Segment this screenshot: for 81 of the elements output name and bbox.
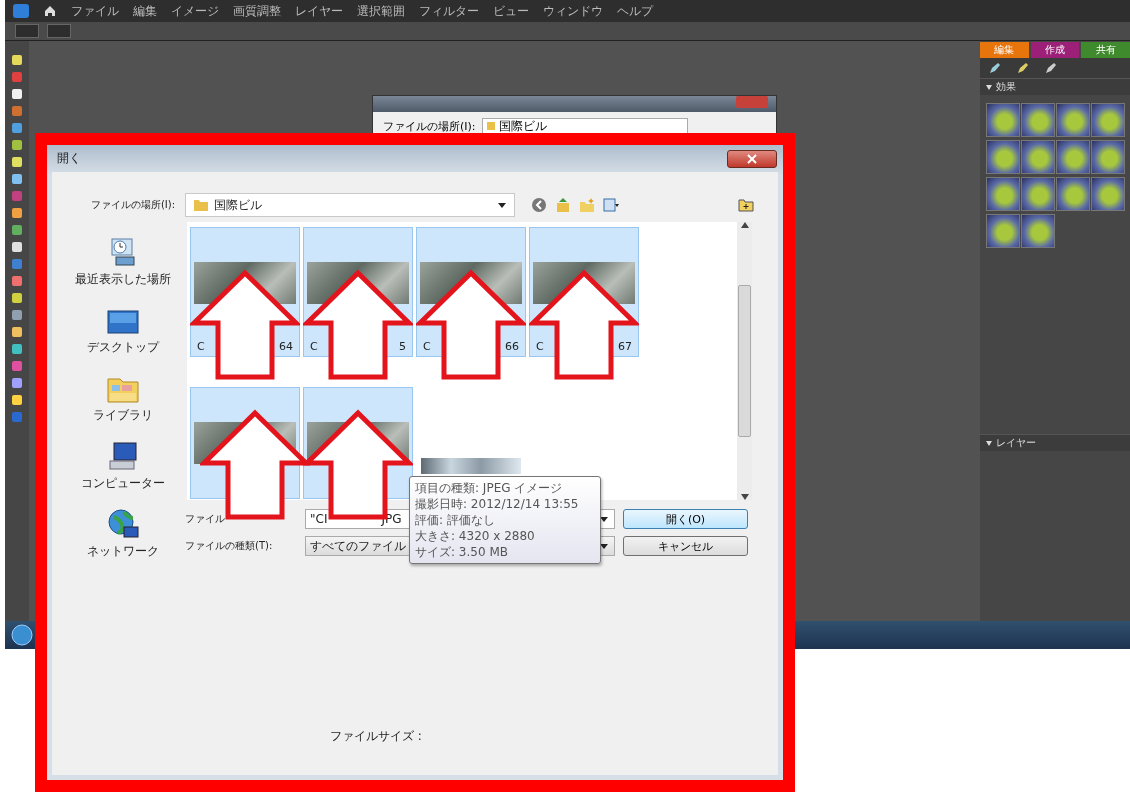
file-name: 66: [505, 340, 519, 353]
effect-thumbnail[interactable]: [1021, 103, 1055, 137]
place-item[interactable]: ライブラリ: [92, 358, 153, 426]
tooltip-line: 撮影日時: 2012/12/14 13:55: [415, 496, 580, 512]
menu-item[interactable]: ウィンドウ: [543, 2, 603, 20]
file-name: C: [197, 340, 205, 353]
menu-item[interactable]: ファイル: [71, 2, 119, 20]
file-size-label: ファイルサイズ :: [330, 728, 423, 745]
caret-icon[interactable]: [600, 543, 608, 549]
mode-tab[interactable]: 共有: [1081, 42, 1130, 58]
folder-icon: [194, 199, 208, 211]
option-field[interactable]: [47, 24, 71, 38]
effect-thumbnail[interactable]: [1021, 214, 1055, 248]
location-combo[interactable]: 国際ビル: [481, 118, 688, 134]
location-label: ファイルの場所(I):: [383, 118, 476, 134]
option-field[interactable]: [15, 24, 39, 38]
location-combo[interactable]: 国際ビル: [185, 193, 515, 217]
caret-icon[interactable]: [498, 202, 506, 208]
menu-item[interactable]: 選択範囲: [357, 2, 405, 20]
effect-thumbnail[interactable]: [986, 103, 1020, 137]
tooltip-line: 大きさ: 4320 x 2880: [415, 528, 536, 544]
file-name: C: [536, 340, 544, 353]
effect-thumbnail[interactable]: [986, 177, 1020, 211]
effect-thumbnail[interactable]: [1056, 140, 1090, 174]
view-menu-icon[interactable]: [603, 197, 619, 213]
menu-item[interactable]: イメージ: [171, 2, 219, 20]
scroll-down-icon[interactable]: [740, 494, 749, 500]
effect-thumbnail[interactable]: [1056, 103, 1090, 137]
start-orb-icon[interactable]: [11, 624, 33, 646]
desktop-icon: [105, 309, 140, 337]
effect-thumbnail[interactable]: [1021, 140, 1055, 174]
pencil-icon[interactable]: [988, 61, 1002, 75]
folder-icon[interactable]: [738, 198, 754, 212]
menu-item[interactable]: ビュー: [493, 2, 529, 20]
home-icon[interactable]: [43, 4, 57, 18]
effect-thumbnail[interactable]: [1056, 177, 1090, 211]
location-label: ファイルの場所(I):: [89, 198, 176, 212]
open-button[interactable]: 開く(O): [623, 509, 748, 529]
menu-item[interactable]: レイヤー: [295, 2, 343, 20]
file-name-label: ファイル: [185, 512, 226, 526]
file-name: 64: [279, 340, 293, 353]
up-folder-icon[interactable]: [555, 197, 571, 213]
effect-thumbnail[interactable]: [1021, 177, 1055, 211]
file-name: C: [310, 340, 318, 353]
file-name-text: "CI: [310, 512, 328, 526]
scrollbar[interactable]: [737, 222, 752, 500]
close-icon: [747, 153, 757, 164]
network-globe-icon: [105, 507, 140, 541]
menu-item[interactable]: フィルター: [419, 2, 479, 20]
effect-thumbnail[interactable]: [986, 140, 1020, 174]
effect-thumbnail[interactable]: [1091, 103, 1125, 137]
menu-item[interactable]: 画質調整: [233, 2, 281, 20]
place-item[interactable]: ネットワーク: [86, 494, 159, 562]
scroll-up-icon[interactable]: [740, 222, 749, 228]
panel-title: レイヤー: [996, 436, 1036, 450]
effect-thumbnail[interactable]: [1091, 140, 1125, 174]
photo-placeholder[interactable]: [421, 458, 521, 474]
pencil-icon[interactable]: [1044, 61, 1058, 75]
back-icon[interactable]: [531, 197, 547, 213]
caret-icon[interactable]: [600, 516, 608, 522]
file-name: 67: [618, 340, 632, 353]
pencil-icon[interactable]: [1016, 61, 1030, 75]
place-item[interactable]: 最近表示した場所: [74, 222, 171, 290]
file-type-label: ファイルの種類(T):: [185, 539, 274, 553]
effect-thumbnail[interactable]: [1091, 177, 1125, 211]
file-name: C: [423, 340, 431, 353]
tooltip-line: サイズ: 3.50 MB: [415, 544, 509, 560]
effect-thumbnail[interactable]: [986, 214, 1020, 248]
tooltip-line: 評価: 評価なし: [415, 512, 496, 528]
menu-item[interactable]: ヘルプ: [617, 2, 653, 20]
dialog-title: 開く: [57, 150, 81, 167]
file-name: 5: [399, 340, 406, 353]
place-item[interactable]: コンピューター: [80, 426, 165, 494]
menu-item[interactable]: 編集: [133, 2, 157, 20]
place-item[interactable]: デスクトップ: [86, 290, 159, 358]
cancel-button[interactable]: キャンセル: [623, 536, 748, 556]
mode-tab[interactable]: 作成: [1030, 42, 1080, 58]
tooltip-line: 項目の種類: JPEG イメージ: [415, 480, 564, 496]
file-type-text: すべてのファイル: [310, 537, 406, 555]
close-button[interactable]: [727, 149, 777, 168]
panel-title: 効果: [996, 80, 1016, 94]
